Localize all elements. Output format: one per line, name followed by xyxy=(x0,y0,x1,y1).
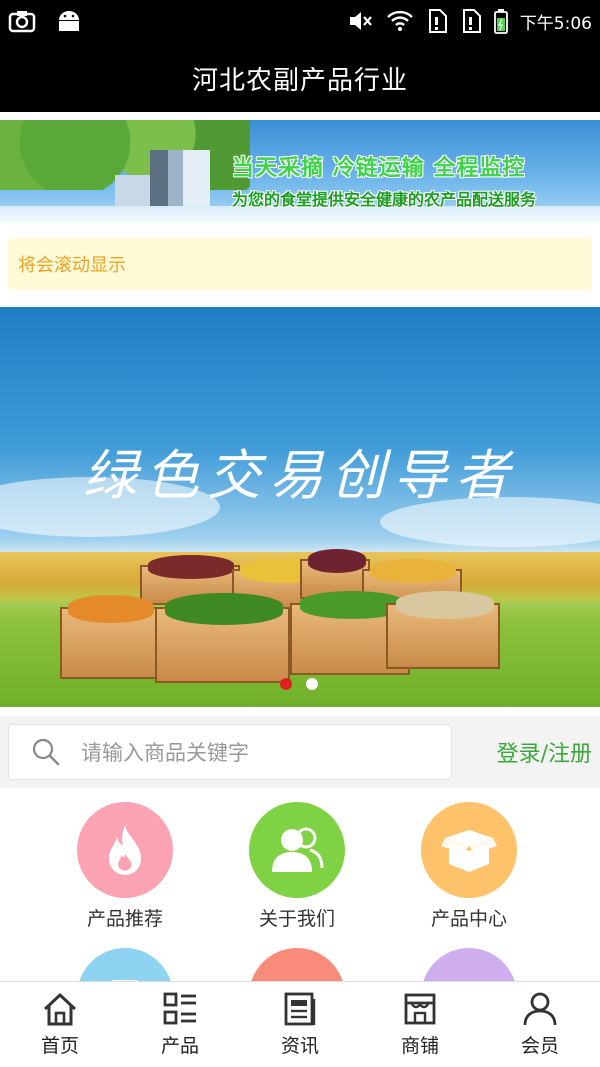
app-header: 河北农副产品行业 xyxy=(0,44,600,112)
grid-item-products[interactable]: 产品中心 xyxy=(384,802,554,931)
status-bar: 下午5:06 xyxy=(0,0,600,44)
people-icon xyxy=(272,827,324,872)
hero-slogan: 绿色交易创导者 xyxy=(83,444,517,507)
nav-item-shop[interactable]: 商铺 xyxy=(360,982,480,1067)
nav-label: 资讯 xyxy=(280,1035,319,1057)
mute-icon xyxy=(349,12,372,30)
grid-item-4[interactable] xyxy=(40,948,210,982)
grain-corn xyxy=(370,559,456,583)
banner-slogan-line2: 为您的食堂提供安全健康的农产品配送服务 xyxy=(232,190,537,209)
carousel-dots xyxy=(280,678,318,690)
nav-item-news[interactable]: 资讯 xyxy=(240,982,360,1067)
banner-slogan-line1: 当天采摘 冷链运输 全程监控 xyxy=(232,156,526,181)
page-title: 河北农副产品行业 xyxy=(191,65,408,96)
screenshot-icon xyxy=(8,11,36,33)
status-left-icons xyxy=(8,8,82,34)
top-banner[interactable]: 当天采摘 冷链运输 全程监控 为您的食堂提供安全健康的农产品配送服务 xyxy=(0,120,600,222)
news-icon xyxy=(284,992,316,1026)
search-icon xyxy=(32,738,60,766)
grain-box xyxy=(155,593,290,683)
login-register-link[interactable]: 登录/注册 xyxy=(497,736,592,768)
fire-icon xyxy=(109,825,141,875)
grid-icon-circle xyxy=(77,802,173,898)
grain-mung-beans xyxy=(165,593,283,625)
category-grid: 产品推荐 关于我们 产品中心 xyxy=(0,792,600,982)
nav-label: 首页 xyxy=(40,1035,79,1057)
carousel-dot-active[interactable] xyxy=(280,678,292,690)
grid-label: 产品推荐 xyxy=(86,908,163,930)
grid-item-6[interactable] xyxy=(384,948,554,982)
nav-label: 商铺 xyxy=(400,1035,439,1057)
search-bar: 请输入商品关键字 登录/注册 xyxy=(0,716,600,788)
nav-label: 产品 xyxy=(160,1035,199,1057)
status-right-icons: 下午5:06 xyxy=(348,6,592,36)
grid-icon-circle xyxy=(421,948,517,982)
notice-text: 将会滚动显示 xyxy=(18,255,126,276)
grid-label: 关于我们 xyxy=(258,908,335,930)
nav-item-home[interactable]: 首页 xyxy=(0,982,120,1067)
grain-box xyxy=(60,595,160,679)
grain-red-beans-2 xyxy=(308,549,366,573)
home-icon xyxy=(43,993,77,1026)
android-icon xyxy=(59,11,79,31)
status-time: 下午5:06 xyxy=(519,13,592,34)
hero-carousel[interactable]: 绿色交易创导者 xyxy=(0,307,600,707)
grid-icon-circle xyxy=(77,948,173,982)
battery-icon xyxy=(493,9,508,34)
wifi-icon xyxy=(386,10,413,31)
grain-red-beans xyxy=(148,555,234,579)
grid-list-icon xyxy=(163,992,196,1025)
grain-rice xyxy=(396,591,494,619)
search-input[interactable]: 请输入商品关键字 xyxy=(8,724,452,780)
grain-box xyxy=(386,591,500,669)
grid-label: 产品中心 xyxy=(430,908,507,930)
grid-item-recommend[interactable]: 产品推荐 xyxy=(40,802,210,931)
nav-item-products[interactable]: 产品 xyxy=(120,982,240,1067)
grid-icon-circle xyxy=(421,802,517,898)
scrolling-notice[interactable]: 将会滚动显示 xyxy=(8,238,592,290)
grain-corn-front xyxy=(68,595,154,623)
box-icon xyxy=(441,830,497,872)
nav-item-member[interactable]: 会员 xyxy=(480,982,600,1067)
search-placeholder: 请输入商品关键字 xyxy=(81,741,249,765)
grid-item-about[interactable]: 关于我们 xyxy=(212,802,382,931)
sim1-icon xyxy=(428,9,447,33)
grid-icon-circle xyxy=(249,802,345,898)
member-icon xyxy=(523,992,557,1026)
carousel-dot[interactable] xyxy=(306,678,318,690)
grid-icon-circle xyxy=(249,948,345,982)
bottom-nav: 首页 产品 资讯 商铺 会员 xyxy=(0,981,600,1067)
nav-label: 会员 xyxy=(520,1035,559,1057)
shop-icon xyxy=(404,993,436,1025)
grid-item-5[interactable] xyxy=(212,948,382,982)
sim2-icon xyxy=(462,9,481,33)
